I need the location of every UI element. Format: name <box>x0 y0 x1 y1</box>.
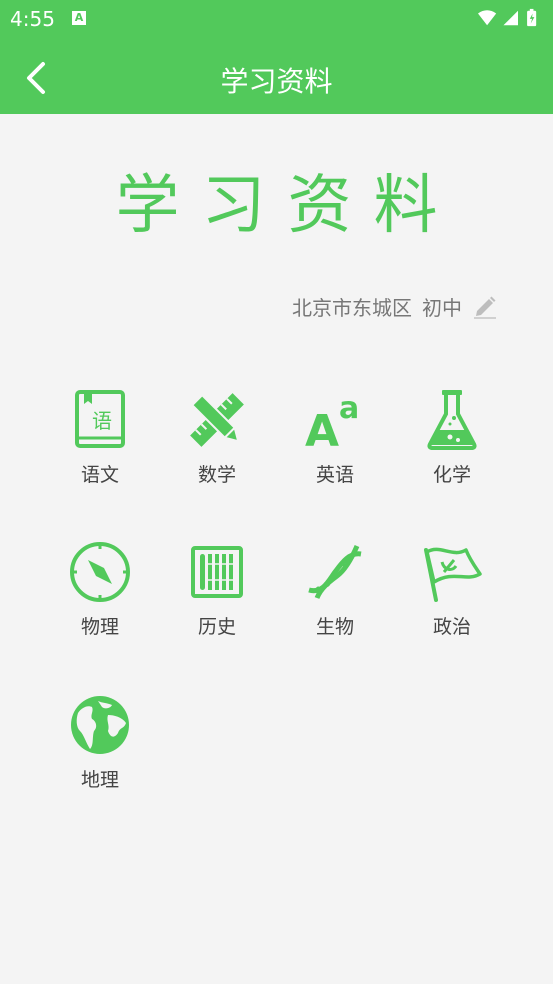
status-time: 4:55 <box>10 7 55 31</box>
pencil-edit-icon[interactable] <box>472 294 498 320</box>
subject-label: 历史 <box>197 616 236 638</box>
svg-text:a: a <box>339 391 359 426</box>
status-icons <box>478 8 537 27</box>
subject-history[interactable]: 历史 <box>162 540 272 639</box>
subject-label: 政治 <box>432 616 471 638</box>
subject-label: 地理 <box>80 769 119 791</box>
subject-geography[interactable]: 地理 <box>45 693 155 792</box>
subject-politics[interactable]: 政治 <box>397 540 507 639</box>
location-grade: 初中 <box>422 296 462 320</box>
flag-icon <box>424 547 482 602</box>
globe-icon <box>71 696 129 754</box>
subject-label: 化学 <box>432 464 471 486</box>
hero-title: 学习资料 <box>115 169 460 243</box>
app-bar-title: 学习资料 <box>220 65 333 98</box>
subject-physics[interactable]: 物理 <box>45 540 155 639</box>
subject-label: 数学 <box>197 464 236 486</box>
subject-label: 英语 <box>315 464 354 486</box>
subject-chemistry[interactable]: 化学 <box>397 388 507 487</box>
svg-text:A: A <box>305 406 339 452</box>
app-bar: 学习资料 <box>0 38 553 114</box>
bamboo-scroll-icon <box>191 546 243 598</box>
subject-biology[interactable]: 生物 <box>280 540 390 639</box>
svg-text:语: 语 <box>92 409 112 433</box>
letters-icon: A a <box>305 391 359 452</box>
subject-label: 物理 <box>80 616 119 638</box>
subject-label: 语文 <box>80 464 119 486</box>
compass-icon <box>70 542 130 602</box>
ruler-pencil-icon <box>190 393 244 447</box>
subject-label: 生物 <box>315 616 354 638</box>
book-icon: 语 <box>75 390 125 448</box>
flask-icon <box>427 390 477 450</box>
subject-math[interactable]: 数学 <box>162 388 272 487</box>
dna-icon <box>308 545 362 600</box>
subject-english[interactable]: A a 英语 <box>280 388 390 487</box>
status-bar: 4:55 A <box>0 0 553 38</box>
location-region: 北京市东城区 <box>292 296 412 320</box>
subject-chinese[interactable]: 语 语文 <box>45 388 155 487</box>
location-selector[interactable]: 北京市东城区 初中 <box>292 292 498 321</box>
wifi-icon <box>478 10 497 26</box>
signal-icon <box>503 10 518 26</box>
notification-a-icon: A <box>72 11 86 25</box>
